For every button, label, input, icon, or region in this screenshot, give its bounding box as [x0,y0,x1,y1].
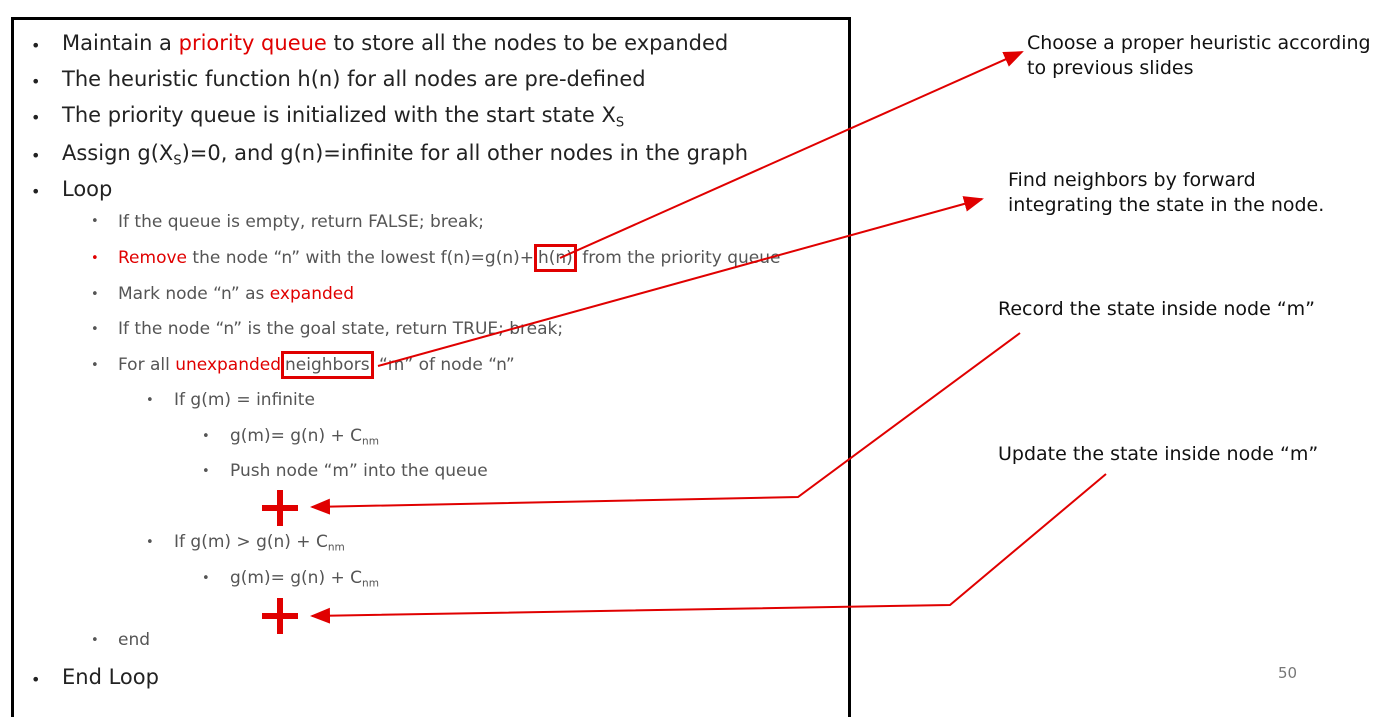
arrow-record [310,332,1021,515]
arrow-update [310,473,1107,624]
arrow-heuristic [559,51,1024,259]
arrow-neighbors [377,196,984,367]
arrow-layer [310,51,1107,624]
